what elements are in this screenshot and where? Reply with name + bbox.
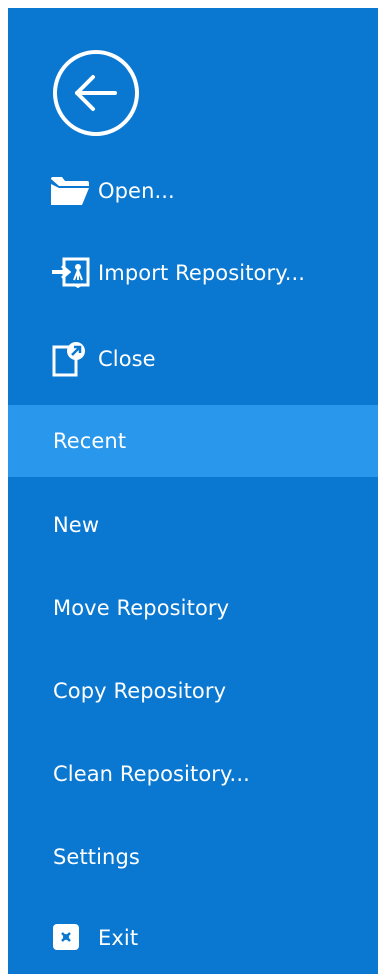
exit-icon [50,921,90,955]
menu-item-label: Settings [53,845,140,869]
menu-item-label: Open... [98,179,175,203]
menu-item-import-repository[interactable]: Import Repository... [8,238,378,308]
file-menu-panel: Open... Import Repository... Close Recen… [8,8,378,974]
menu-item-label: Recent [53,429,127,453]
back-button[interactable] [53,50,139,136]
menu-item-label: Exit [98,926,139,950]
menu-item-new[interactable]: New [8,490,378,560]
menu-item-close[interactable]: Close [8,324,378,394]
back-arrow-icon [73,73,119,113]
menu-item-label: Clean Repository... [53,762,250,786]
menu-item-label: Close [98,347,156,371]
menu-item-label: Copy Repository [53,679,227,703]
menu-item-label: Move Repository [53,596,230,620]
menu-item-exit[interactable]: Exit [8,903,378,973]
folder-open-icon [50,174,90,208]
close-document-icon [50,342,90,377]
menu-item-copy-repository[interactable]: Copy Repository [8,656,378,726]
menu-item-label: New [53,513,100,537]
menu-item-label: Import Repository... [98,261,306,285]
import-repository-icon [50,256,90,290]
menu-item-recent[interactable]: Recent [8,405,378,477]
menu-item-clean-repository[interactable]: Clean Repository... [8,739,378,809]
menu-item-move-repository[interactable]: Move Repository [8,573,378,643]
menu-item-open[interactable]: Open... [8,156,378,226]
menu-item-settings[interactable]: Settings [8,822,378,892]
